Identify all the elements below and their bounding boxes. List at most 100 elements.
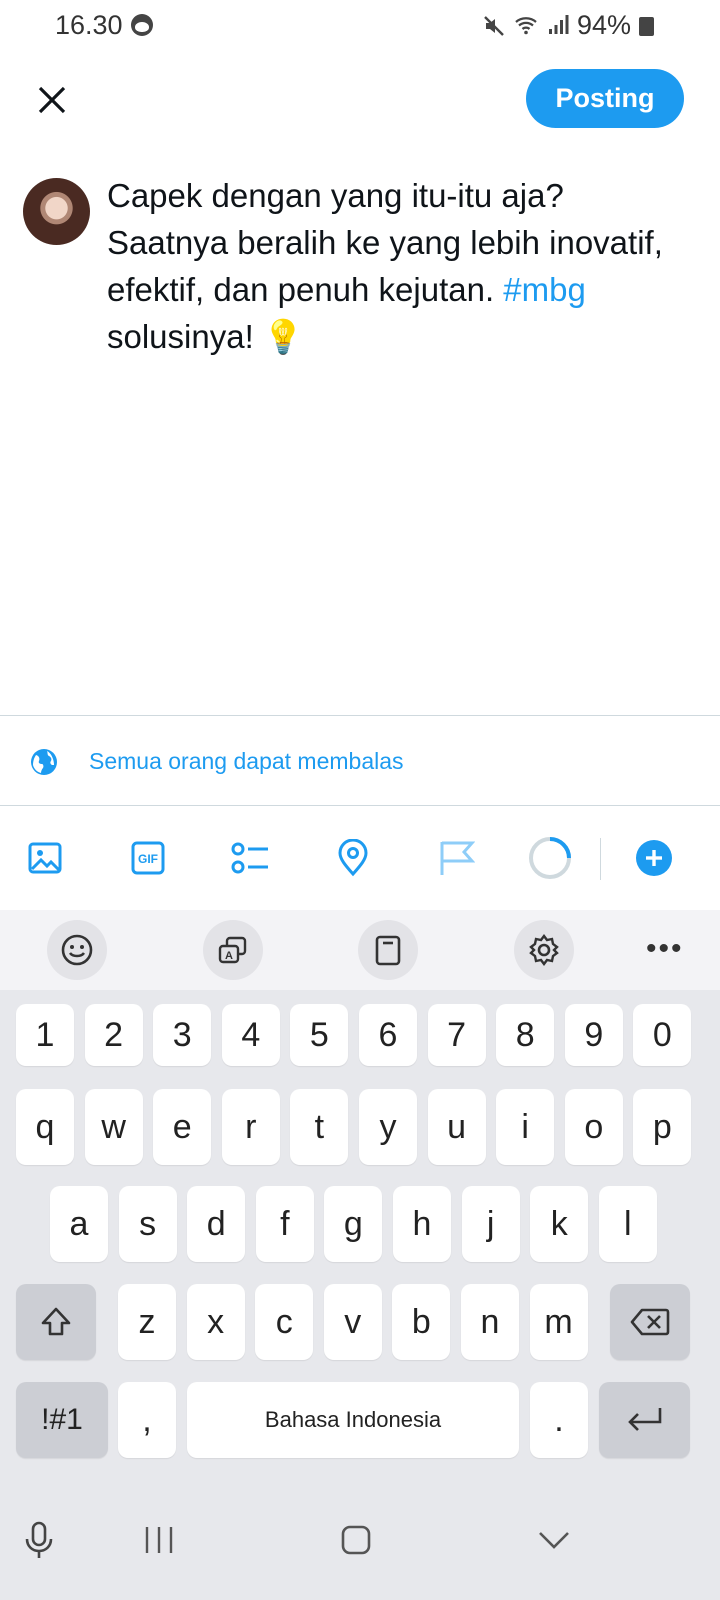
key-b[interactable]: b <box>392 1284 451 1360</box>
key-d[interactable]: d <box>187 1186 246 1262</box>
add-thread-button[interactable] <box>634 838 674 878</box>
add-image-button[interactable] <box>25 838 65 878</box>
key-7[interactable]: 7 <box>427 1004 486 1066</box>
recent-apps-button[interactable] <box>129 1510 189 1570</box>
svg-text:A: A <box>225 950 233 962</box>
clipboard-icon <box>375 935 401 966</box>
key-m[interactable]: m <box>529 1284 588 1360</box>
backspace-icon <box>630 1308 670 1336</box>
key-n[interactable]: n <box>461 1284 519 1360</box>
battery-icon <box>639 17 654 36</box>
key-6[interactable]: 6 <box>359 1004 417 1066</box>
key-4[interactable]: 4 <box>221 1004 280 1066</box>
status-bar: 16.30 94% <box>0 0 720 52</box>
flag-button[interactable] <box>436 838 476 878</box>
key-1[interactable]: 1 <box>16 1004 74 1066</box>
voice-input-button[interactable] <box>9 1510 69 1570</box>
key-g[interactable]: g <box>324 1186 383 1262</box>
key-j[interactable]: j <box>461 1186 520 1262</box>
key-t[interactable]: t <box>290 1089 349 1165</box>
navigation-bar <box>0 1488 720 1600</box>
close-button[interactable] <box>30 78 74 122</box>
reply-setting-button[interactable]: Semua orang dapat membalas <box>0 716 720 806</box>
poll-icon <box>231 842 268 874</box>
notification-icon <box>131 14 153 36</box>
key-s[interactable]: s <box>118 1186 177 1262</box>
space-key[interactable]: Bahasa Indonesia <box>187 1382 519 1458</box>
key-x[interactable]: x <box>186 1284 245 1360</box>
translate-button[interactable]: A <box>203 920 263 980</box>
key-z[interactable]: z <box>118 1284 176 1360</box>
reply-setting-label: Semua orang dapat membalas <box>89 748 404 774</box>
key-2[interactable]: 2 <box>84 1004 143 1066</box>
add-gif-button[interactable]: GIF <box>128 838 168 878</box>
key-0[interactable]: 0 <box>633 1004 692 1066</box>
home-button[interactable] <box>326 1510 386 1570</box>
add-location-button[interactable] <box>333 838 373 878</box>
backspace-key[interactable] <box>610 1284 690 1360</box>
keyboard-settings-button[interactable] <box>514 920 574 980</box>
key-l[interactable]: l <box>598 1186 657 1262</box>
more-icon[interactable]: ••• <box>646 932 684 966</box>
key-e[interactable]: e <box>153 1089 212 1165</box>
key-9[interactable]: 9 <box>564 1004 623 1066</box>
avatar[interactable] <box>23 178 90 245</box>
shift-icon <box>41 1307 71 1336</box>
key-u[interactable]: u <box>427 1089 486 1165</box>
key-o[interactable]: o <box>564 1089 623 1165</box>
key-f[interactable]: f <box>255 1186 314 1262</box>
shift-key[interactable] <box>16 1284 96 1360</box>
recent-apps-icon <box>145 1527 173 1553</box>
post-button[interactable]: Posting <box>526 69 684 128</box>
image-icon <box>28 842 62 874</box>
close-icon <box>38 86 66 114</box>
hashtag-link[interactable]: #mbg <box>503 271 586 308</box>
key-r[interactable]: r <box>221 1089 280 1165</box>
keyboard-toolbar: A ••• <box>0 910 720 990</box>
emoji-icon <box>61 934 93 966</box>
key-i[interactable]: i <box>496 1089 555 1165</box>
translate-icon: A <box>218 936 247 964</box>
character-counter <box>528 836 572 880</box>
key-a[interactable]: a <box>50 1186 108 1262</box>
add-poll-button[interactable] <box>230 838 270 878</box>
status-time: 16.30 <box>55 10 123 40</box>
symbols-key[interactable]: !#1 <box>16 1382 108 1458</box>
key-c[interactable]: c <box>255 1284 314 1360</box>
gif-icon: GIF <box>131 841 165 875</box>
progress-ring-icon <box>529 837 571 879</box>
key-p[interactable]: p <box>633 1089 692 1165</box>
compose-text-tail: solusinya! 💡 <box>107 318 305 355</box>
hide-keyboard-button[interactable] <box>524 1510 584 1570</box>
enter-key[interactable] <box>599 1382 690 1458</box>
flag-icon <box>440 841 475 875</box>
mute-icon <box>484 16 504 36</box>
toolbar-separator <box>600 838 601 880</box>
clipboard-button[interactable] <box>358 920 418 980</box>
emoji-button[interactable] <box>47 920 107 980</box>
key-5[interactable]: 5 <box>290 1004 349 1066</box>
settings-icon <box>529 934 559 966</box>
svg-text:GIF: GIF <box>138 852 158 866</box>
key-k[interactable]: k <box>530 1186 589 1262</box>
key-w[interactable]: w <box>84 1089 143 1165</box>
globe-icon <box>31 749 57 775</box>
period-key[interactable]: . <box>530 1382 588 1458</box>
key-h[interactable]: h <box>393 1186 451 1262</box>
location-icon <box>338 839 368 877</box>
compose-toolbar: GIF <box>0 806 720 910</box>
wifi-icon <box>515 17 537 35</box>
enter-icon <box>627 1408 661 1431</box>
compose-text-area[interactable]: Capek dengan yang itu-itu aja? Saatnya b… <box>107 172 692 360</box>
home-icon <box>341 1525 371 1555</box>
hide-keyboard-icon <box>539 1532 569 1549</box>
key-3[interactable]: 3 <box>153 1004 212 1066</box>
key-8[interactable]: 8 <box>496 1004 555 1066</box>
key-v[interactable]: v <box>323 1284 382 1360</box>
key-y[interactable]: y <box>359 1089 417 1165</box>
add-thread-icon <box>636 840 672 876</box>
comma-key[interactable]: , <box>118 1382 176 1458</box>
key-q[interactable]: q <box>16 1089 74 1165</box>
mic-icon <box>25 1521 53 1558</box>
battery-percentage: 94% <box>577 10 632 40</box>
